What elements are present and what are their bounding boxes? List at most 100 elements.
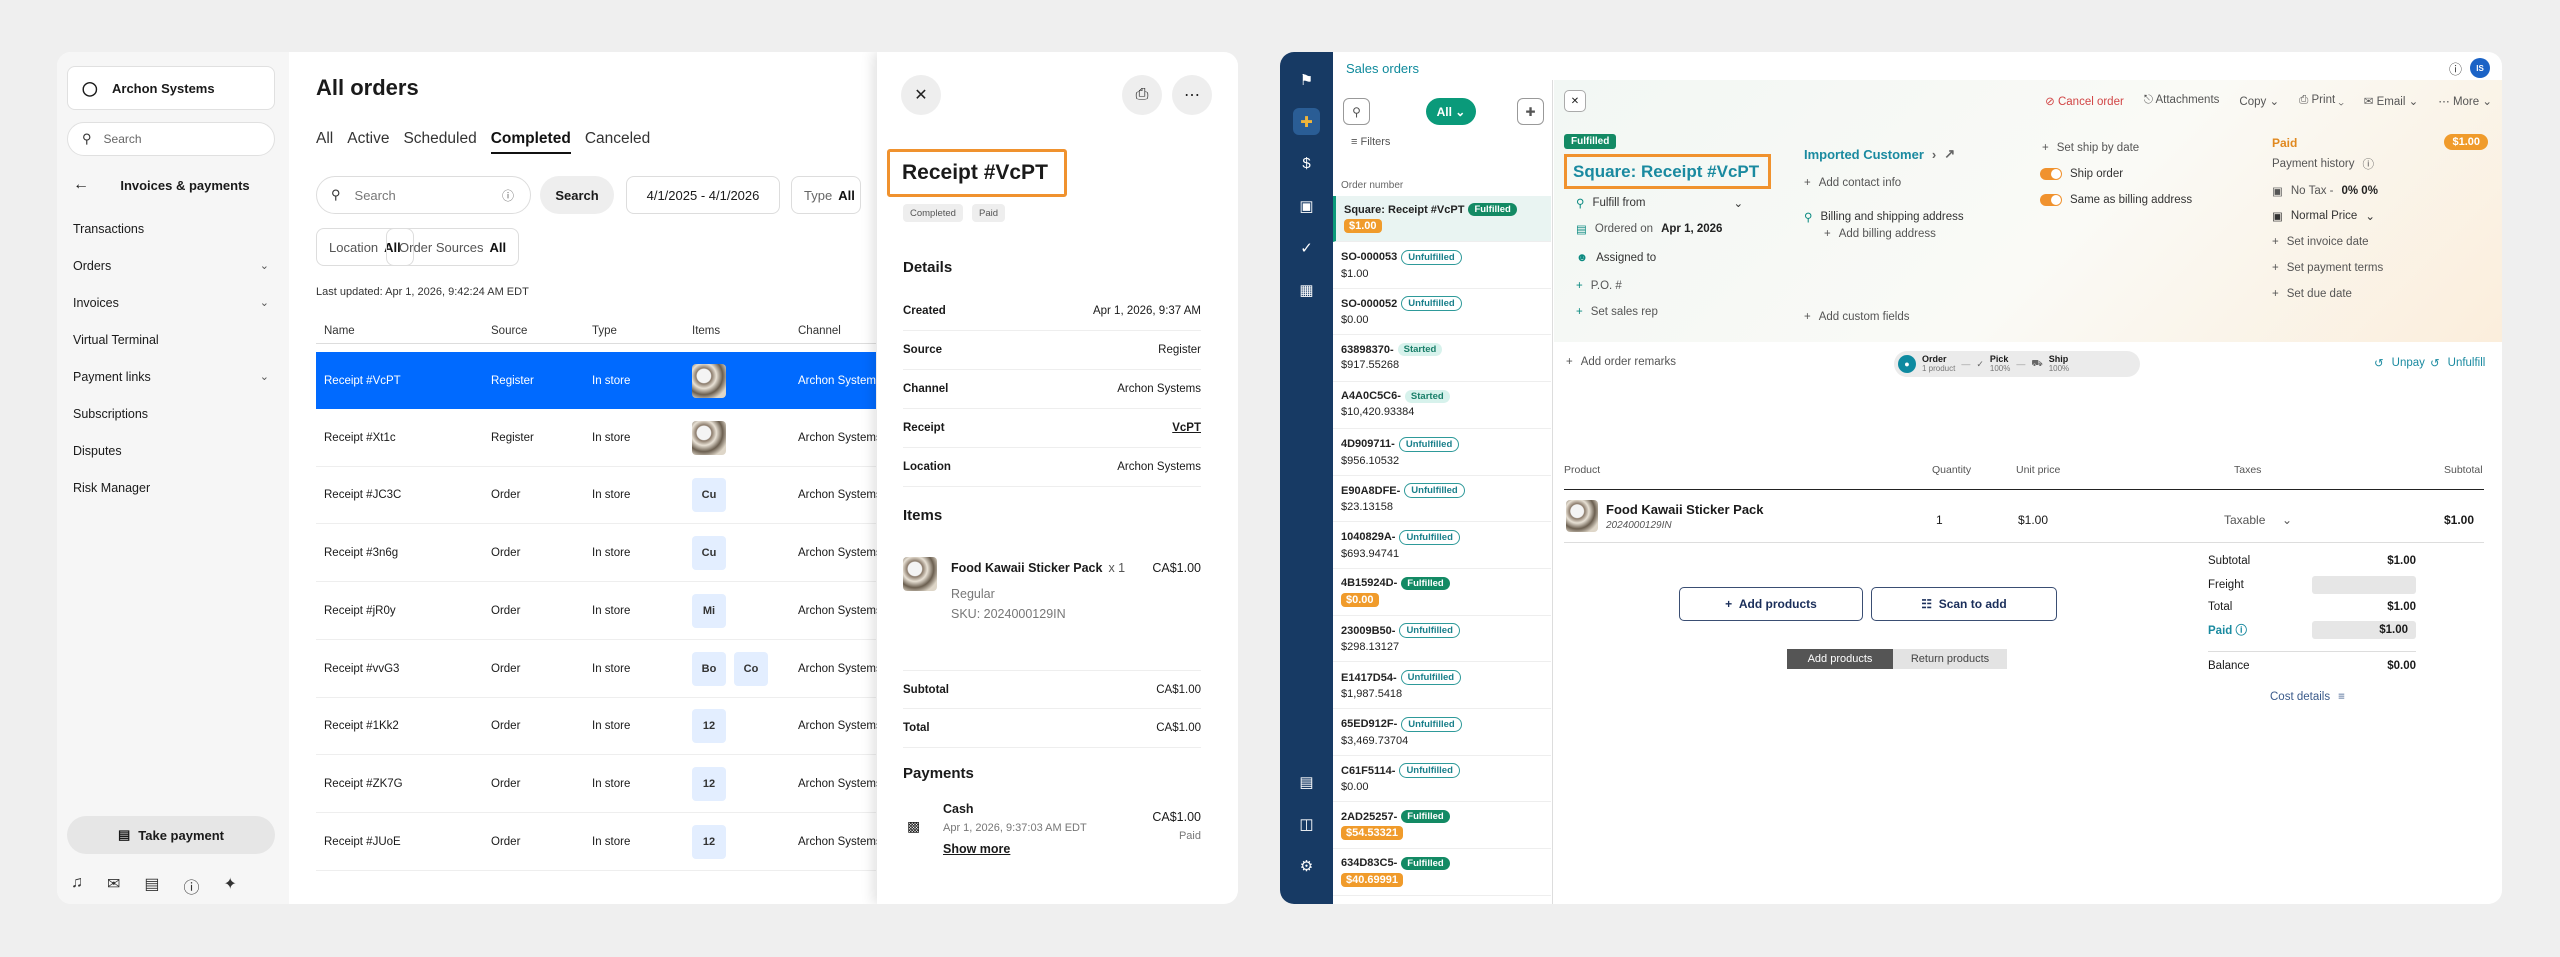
cancel-order-button[interactable]: ⊘ Cancel order	[2045, 94, 2124, 108]
tab-canceled[interactable]: Canceled	[585, 130, 651, 154]
add-order-button[interactable]: ✚	[1517, 98, 1544, 125]
unfulfill-button[interactable]: ↺ Unfulfill	[2430, 356, 2485, 370]
attachments-button[interactable]: ⎋ Attachments	[2144, 94, 2220, 108]
payment-history[interactable]: Payment history ⓘ	[2272, 156, 2374, 172]
bell-icon[interactable]: ♫	[71, 874, 83, 898]
add-contact-info[interactable]: + Add contact info	[1804, 177, 1901, 189]
tab-return-products[interactable]: Return products	[1893, 649, 2007, 669]
table-row[interactable]: Receipt #3n6g Order In store Cu Archon Syste…	[316, 525, 882, 583]
orders-search-input[interactable]: ⚲ Search ⓘ	[316, 176, 531, 214]
set-ship-by-date[interactable]: + Set ship by date	[2042, 142, 2139, 154]
print-icon[interactable]: ⎙	[1122, 75, 1162, 115]
type-filter[interactable]: Type All	[791, 176, 861, 214]
tax-select[interactable]: Taxable ⌄	[2224, 513, 2292, 527]
chat-icon[interactable]: ✉	[107, 874, 120, 898]
chart-icon[interactable]: ▦	[1293, 276, 1320, 303]
table-row[interactable]: Receipt #JC3C Order In store Cu Archon Syste…	[316, 467, 882, 525]
tab-active[interactable]: Active	[347, 130, 389, 154]
same-as-billing-toggle[interactable]: Same as billing address	[2040, 194, 2192, 206]
sidebar-item-virtual-terminal[interactable]: Virtual Terminal	[73, 333, 269, 347]
sidebar-item-subscriptions[interactable]: Subscriptions	[73, 407, 269, 421]
help-icon[interactable]: ⓘ	[184, 874, 200, 898]
store-icon[interactable]: ▤	[1293, 768, 1320, 795]
sidebar-search[interactable]: ⚲ Search	[67, 122, 275, 156]
close-icon[interactable]: ✕	[901, 75, 941, 115]
box-icon[interactable]: ▣	[1293, 192, 1320, 219]
take-payment-button[interactable]: ▤ Take payment	[67, 816, 275, 854]
table-row[interactable]: Receipt #JUoE Order In store 12 Archon Syste…	[316, 814, 882, 871]
plus-icon[interactable]: ✚	[1293, 108, 1320, 135]
order-sources-filter[interactable]: Order Sources All	[386, 228, 520, 266]
list-item[interactable]: 4B15924D- Fulfilled $0.00	[1333, 570, 1551, 616]
status-filter[interactable]: All ⌄	[1426, 98, 1476, 125]
list-item[interactable]: E1417D54- Unfulfilled $1,987.5418	[1333, 663, 1551, 709]
ordered-on[interactable]: ▤ Ordered on Apr 1, 2026	[1576, 222, 1722, 236]
add-custom-fields[interactable]: + Add custom fields	[1804, 311, 1909, 323]
search-button[interactable]: Search	[540, 176, 614, 214]
more-button[interactable]: ⋯ More ⌄	[2438, 94, 2492, 108]
info-icon[interactable]: ⓘ	[502, 187, 514, 204]
logo-icon[interactable]: ⚑	[1293, 66, 1320, 93]
add-products-button[interactable]: + Add products	[1679, 587, 1863, 621]
list-item[interactable]: 23009B50- Unfulfilled $298.13127	[1333, 616, 1551, 663]
list-item[interactable]: Square: Receipt #VcPT Fulfilled $1.00	[1333, 196, 1551, 242]
sidebar-item-disputes[interactable]: Disputes	[73, 444, 269, 458]
unpay-button[interactable]: ↺ Unpay	[2374, 356, 2425, 370]
table-row[interactable]: Receipt #ZK7G Order In store 12 Archon Syste…	[316, 756, 882, 813]
sidebar-item-risk-manager[interactable]: Risk Manager	[73, 481, 269, 495]
table-row[interactable]: Receipt #vvG3 Order In store Bo Co Archon Sys…	[316, 641, 882, 698]
help-icon[interactable]: ⓘ	[2449, 59, 2462, 78]
copy-button[interactable]: Copy ⌄	[2239, 94, 2279, 108]
sparkle-icon[interactable]: ✦	[224, 874, 237, 898]
list-item[interactable]: 63898370- Started $917.55268	[1333, 336, 1551, 383]
show-more-link[interactable]: Show more	[943, 842, 1010, 856]
email-button[interactable]: ✉ Email ⌄	[2364, 94, 2418, 108]
set-sales-rep[interactable]: + Set sales rep	[1576, 306, 1658, 318]
avatar[interactable]: IS	[2470, 58, 2490, 78]
list-item[interactable]: 634D83C5- Fulfilled $40.69991	[1333, 850, 1551, 896]
freight-row[interactable]: Freight	[2208, 576, 2416, 594]
sidebar-item-invoices[interactable]: Invoices ⌄	[73, 296, 269, 310]
customer-link[interactable]: Imported Customer › ↗	[1804, 146, 1955, 162]
set-due-date[interactable]: + Set due date	[2272, 288, 2352, 300]
tax-select[interactable]: ▣ No Tax -0% 0%	[2272, 184, 2378, 198]
apps-icon[interactable]: ◫	[1293, 810, 1320, 837]
list-item[interactable]: A4A0C5C6- Started $10,420.93384	[1333, 383, 1551, 429]
set-invoice-date[interactable]: + Set invoice date	[2272, 236, 2369, 248]
print-button[interactable]: ⎙ Print ⌄	[2299, 94, 2344, 108]
list-item[interactable]: 65ED912F- Unfulfilled $3,469.73704	[1333, 710, 1551, 756]
add-order-remarks[interactable]: + Add order remarks	[1566, 356, 1676, 368]
list-item[interactable]: 2AD25257- Fulfilled $54.53321	[1333, 803, 1551, 850]
product-row[interactable]: Food Kawaii Sticker Pack 2024000129IN 1 …	[1564, 489, 2484, 543]
tab-scheduled[interactable]: Scheduled	[403, 130, 476, 154]
filters-button[interactable]: ≡ Filters	[1351, 136, 1390, 148]
po-field[interactable]: + P.O. #	[1576, 280, 1622, 292]
close-icon[interactable]: ✕	[1564, 90, 1586, 112]
date-range-filter[interactable]: 4/1/2025 - 4/1/2026	[626, 176, 780, 214]
list-item[interactable]: SO-000052 Unfulfilled $0.00	[1333, 289, 1551, 336]
scan-to-add-button[interactable]: ☷ Scan to add	[1871, 587, 2057, 621]
table-row[interactable]: Receipt #jR0y Order In store Mi Archon Syste…	[316, 583, 882, 640]
tab-all[interactable]: All	[316, 130, 333, 154]
price-tier-select[interactable]: ▣ Normal Price ⌄	[2272, 209, 2375, 223]
dollar-icon[interactable]: $	[1293, 150, 1320, 177]
ship-order-toggle[interactable]: Ship order	[2040, 168, 2123, 180]
list-item[interactable]: 1040829A- Unfulfilled $693.94741	[1333, 523, 1551, 569]
table-row[interactable]: Receipt #1Kk2 Order In store 12 Archon Syste…	[316, 698, 882, 756]
search-icon[interactable]: ⚲	[1343, 98, 1370, 125]
list-item[interactable]: C61F5114- Unfulfilled $0.00	[1333, 756, 1551, 803]
assigned-to[interactable]: ☻ Assigned to	[1576, 252, 1656, 264]
table-row[interactable]: Receipt #Xt1c Register In store Archon Syst…	[316, 410, 882, 467]
back-nav[interactable]: ← Invoices & payments	[67, 176, 275, 194]
sidebar-item-transactions[interactable]: Transactions	[73, 222, 269, 236]
cost-details-link[interactable]: Cost details ≡	[2270, 691, 2345, 703]
list-item[interactable]: SO-000053 Unfulfilled $1.00	[1333, 243, 1551, 289]
clipboard-icon[interactable]: ▤	[144, 874, 159, 898]
list-item[interactable]: 4D909711- Unfulfilled $956.10532	[1333, 430, 1551, 476]
sidebar-item-orders[interactable]: Orders ⌄	[73, 259, 269, 273]
add-billing-address[interactable]: + Add billing address	[1824, 228, 1936, 240]
tab-completed[interactable]: Completed	[490, 130, 571, 154]
settings-icon[interactable]: ⚙	[1293, 852, 1320, 879]
checklist-icon[interactable]: ✓	[1293, 234, 1320, 261]
fulfill-from-select[interactable]: ⚲ Fulfill from ⌄	[1576, 196, 1743, 210]
